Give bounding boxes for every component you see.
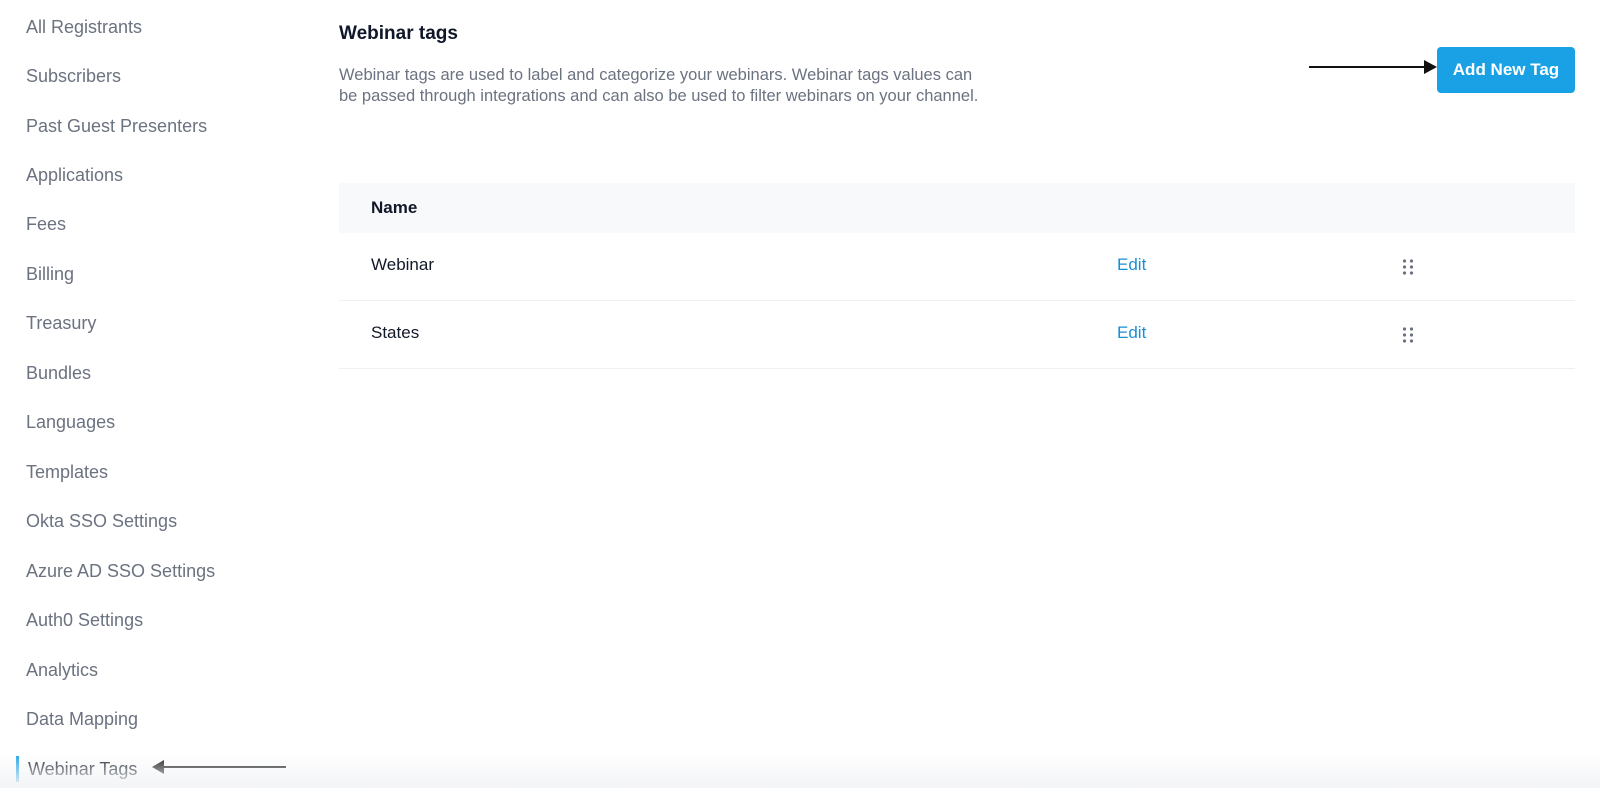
arrow-left-icon [152,760,286,774]
sidebar-item-past-guest-presenters[interactable]: Past Guest Presenters [26,114,207,138]
edit-link[interactable]: Edit [1117,323,1146,343]
sidebar-item-okta-sso-settings[interactable]: Okta SSO Settings [26,509,177,533]
sidebar-item-templates[interactable]: Templates [26,460,108,484]
sidebar-item-data-mapping[interactable]: Data Mapping [26,707,138,731]
sidebar-item-webinar-tags[interactable]: Webinar Tags [28,757,137,781]
page-title: Webinar tags [339,23,458,44]
sidebar-item-all-registrants[interactable]: All Registrants [26,15,142,39]
sidebar-item-languages[interactable]: Languages [26,410,115,434]
sidebar-item-bundles[interactable]: Bundles [26,361,91,385]
sidebar-item-analytics[interactable]: Analytics [26,658,98,682]
tag-name: Webinar [371,255,434,274]
table-row: Webinar Edit [339,233,1575,301]
arrow-right-icon [1309,60,1437,74]
active-indicator [16,756,19,782]
tag-name: States [371,323,420,342]
drag-handle-icon[interactable] [1401,326,1415,344]
edit-link[interactable]: Edit [1117,255,1146,275]
sidebar-item-treasury[interactable]: Treasury [26,311,96,335]
page-description: Webinar tags are used to label and categ… [339,66,979,105]
table-header: Name [339,183,1575,233]
table-row: States Edit [339,301,1575,369]
sidebar-item-applications[interactable]: Applications [26,163,123,187]
tags-table: Name Webinar Edit States Edit [339,183,1575,369]
sidebar-item-billing[interactable]: Billing [26,262,74,286]
sidebar-item-fees[interactable]: Fees [26,212,66,236]
sidebar-item-subscribers[interactable]: Subscribers [26,64,121,88]
sidebar-item-azure-ad-sso-settings[interactable]: Azure AD SSO Settings [26,559,215,583]
add-new-tag-button[interactable]: Add New Tag [1437,47,1575,93]
sidebar-nav: All Registrants Subscribers Past Guest P… [0,0,300,788]
drag-handle-icon[interactable] [1401,258,1415,276]
column-header-name: Name [371,198,418,217]
sidebar-item-auth0-settings[interactable]: Auth0 Settings [26,608,143,632]
